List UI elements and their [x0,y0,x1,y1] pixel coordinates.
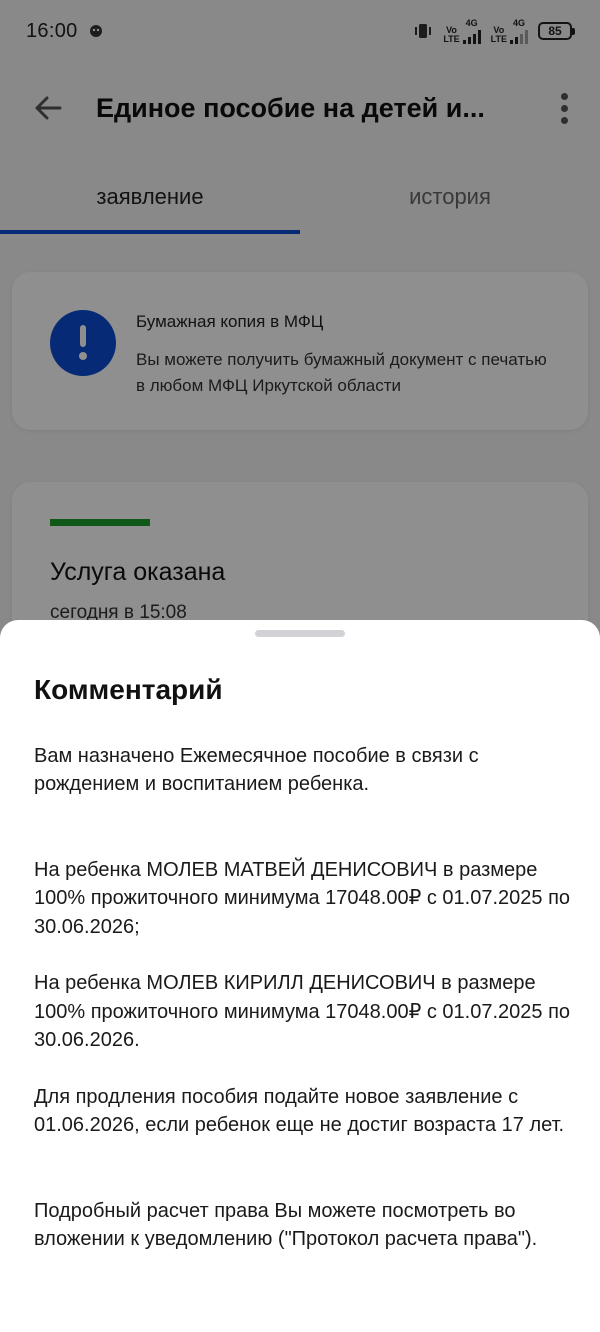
comment-bottom-sheet: Комментарий Вам назначено Ежемесячное по… [0,620,600,1332]
sheet-title: Комментарий [34,674,223,705]
comment-text: Вам назначено Ежемесячное пособие в связ… [34,742,574,1254]
comment-paragraph: Подробный расчет права Вы можете посмотр… [34,1199,538,1251]
comment-paragraph: Для продления пособия подайте новое заяв… [34,1086,565,1137]
comment-paragraph: Вам назначено Ежемесячное пособие в связ… [34,745,479,796]
drag-handle[interactable] [255,630,345,637]
comment-paragraph: На ребенка МОЛЕВ МАТВЕЙ ДЕНИСОВИЧ в разм… [34,858,571,938]
comment-paragraph: На ребенка МОЛЕВ КИРИЛЛ ДЕНИСОВИЧ в разм… [34,972,571,1052]
